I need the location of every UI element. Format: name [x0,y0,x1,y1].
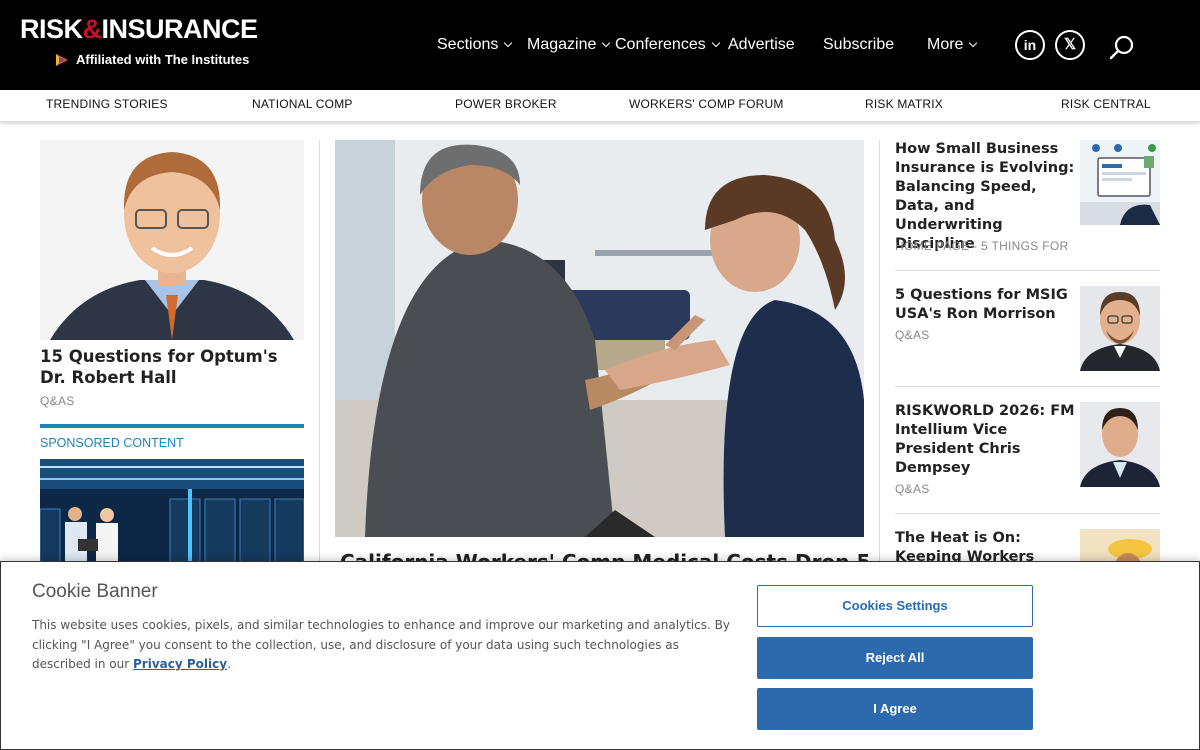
nav-subscribe[interactable]: Subscribe [823,36,894,54]
subnav-risk-central[interactable]: RISK CENTRAL [1061,97,1151,111]
article-category[interactable]: Q&AS [895,328,930,342]
column-divider [879,140,880,570]
cookies-settings-button[interactable]: Cookies Settings [757,585,1033,627]
article-thumbnail[interactable] [1080,140,1160,225]
cookie-banner-title: Cookie Banner [32,581,158,602]
article-category[interactable]: Q&AS [895,482,930,496]
chevron-down-icon [504,38,513,48]
subnav-power-broker[interactable]: POWER BROKER [455,97,557,111]
search-icon[interactable] [1109,34,1135,60]
i-agree-button[interactable]: I Agree [757,688,1033,730]
article-title[interactable]: 5 Questions for MSIG USA's Ron Morrison [895,286,1075,324]
chevron-down-icon [711,38,720,48]
nav-advertise[interactable]: Advertise [728,36,795,54]
article-category[interactable]: HOME PAGE - 5 THINGS FOR [895,239,1068,253]
sponsored-divider [40,424,304,428]
nav-magazine[interactable]: Magazine [527,36,611,54]
subnav-risk-matrix[interactable]: RISK MATRIX [865,97,943,111]
hero-image[interactable] [335,140,864,537]
sidebar-separator [895,270,1160,271]
column-divider [319,140,320,570]
x-twitter-icon[interactable]: 𝕏 [1055,30,1085,60]
feature-headline[interactable]: 15 Questions for Optum's Dr. Robert Hall [40,346,304,388]
nav-sections[interactable]: Sections [437,36,513,54]
chevron-down-icon [969,38,978,48]
reject-all-button[interactable]: Reject All [757,637,1033,679]
nav-conferences[interactable]: Conferences [615,36,720,54]
sponsored-content-label: SPONSORED CONTENT [40,436,184,450]
subnav-national-comp[interactable]: NATIONAL COMP [252,97,353,111]
subnav-trending-stories[interactable]: TRENDING STORIES [46,97,168,111]
subnav-workers-comp-forum[interactable]: WORKERS' COMP FORUM [629,97,784,111]
cookie-banner-text: This website uses cookies, pixels, and s… [32,618,730,671]
logo-wordmark: RISK&INSURANCE [20,14,258,44]
sidebar-separator [895,386,1160,387]
article-title[interactable]: RISKWORLD 2026: FM Intellium Vice Presid… [895,402,1075,478]
linkedin-icon[interactable]: in [1015,30,1045,60]
secondary-nav: TRENDING STORIES NATIONAL COMP POWER BRO… [0,90,1200,122]
feature-portrait-image[interactable] [40,140,304,340]
logo-tagline: Affiliated with The Institutes [56,52,249,67]
article-thumbnail[interactable] [1080,286,1160,371]
article-title[interactable]: How Small Business Insurance is Evolving… [895,140,1075,254]
sponsored-image[interactable] [40,459,304,569]
privacy-policy-link[interactable]: Privacy Policy [133,657,227,671]
article-thumbnail[interactable] [1080,402,1160,487]
site-header: RISK&INSURANCE Affiliated with The Insti… [0,0,1200,90]
cookie-banner: Cookie Banner This website uses cookies,… [0,561,1200,750]
chevron-down-icon [602,38,611,48]
nav-more[interactable]: More [927,36,978,54]
site-logo[interactable]: RISK&INSURANCE Affiliated with The Insti… [20,14,258,67]
feature-category[interactable]: Q&AS [40,394,75,408]
institutes-icon [56,54,68,66]
sidebar-separator [895,513,1160,514]
